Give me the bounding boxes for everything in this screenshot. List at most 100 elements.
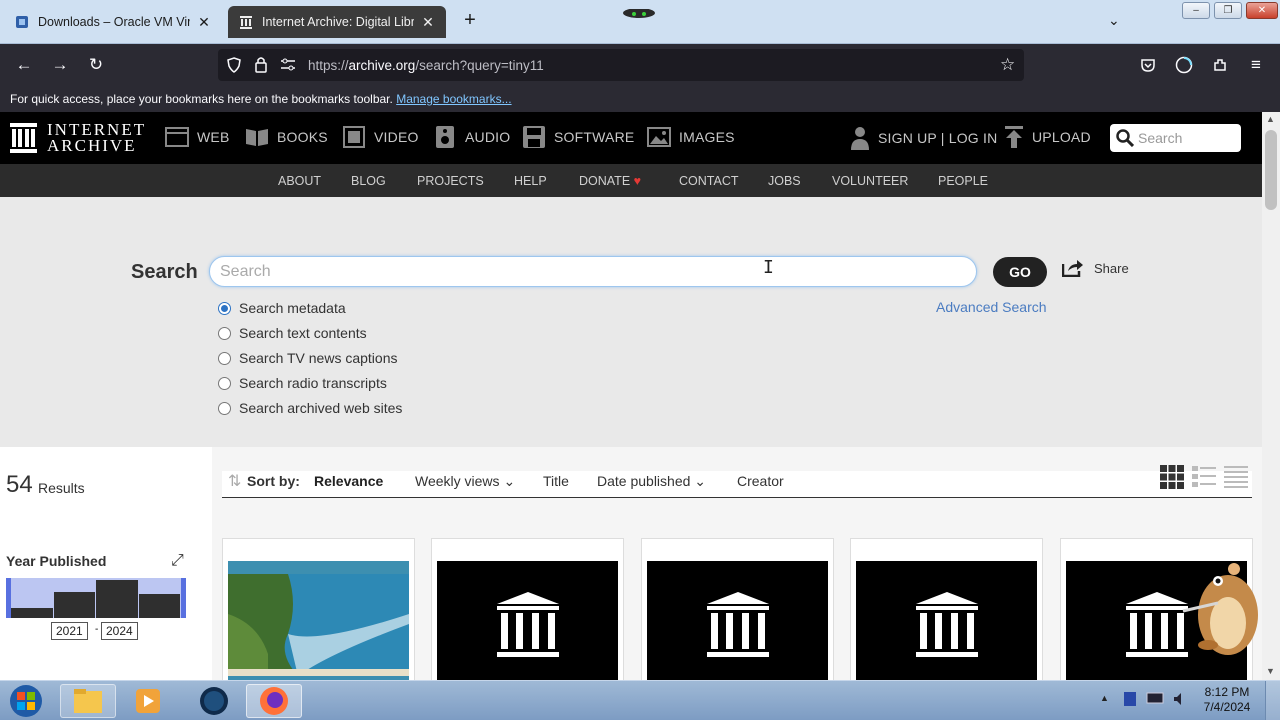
list-detail-view-icon[interactable]: [1192, 465, 1216, 494]
nav-people[interactable]: PEOPLE: [938, 174, 988, 188]
bookmark-star-icon[interactable]: ☆: [1000, 55, 1015, 75]
radio-checked-icon: [218, 301, 231, 315]
nav-volunteer[interactable]: VOLUNTEER: [832, 174, 908, 188]
result-card[interactable]: [641, 538, 834, 689]
nav-projects[interactable]: PROJECTS: [417, 174, 484, 188]
lock-icon[interactable]: [254, 56, 268, 79]
result-card[interactable]: [431, 538, 624, 689]
sort-weekly-views-label: Weekly views: [415, 473, 500, 489]
radio-search-text-contents[interactable]: Search text contents: [218, 325, 367, 341]
tracking-shield-icon[interactable]: [226, 57, 242, 78]
nav-blog[interactable]: BLOG: [351, 174, 386, 188]
sort-creator[interactable]: Creator: [737, 473, 784, 489]
address-bar[interactable]: https://archive.org/search?query=tiny11 …: [218, 49, 1024, 81]
bookmarks-toolbar: For quick access, place your bookmarks h…: [0, 86, 1280, 112]
year-histogram[interactable]: [6, 578, 186, 618]
account-label: SIGN UP | LOG IN: [878, 130, 998, 146]
result-card[interactable]: [222, 538, 415, 689]
tray-monitor-icon[interactable]: [1146, 692, 1164, 711]
archive-logo[interactable]: INTERNET ARCHIVE: [10, 121, 146, 154]
year-from-input[interactable]: 2021: [51, 622, 88, 640]
media-web[interactable]: WEB: [165, 126, 230, 148]
sort-date-published[interactable]: Date published ⌄: [597, 473, 706, 490]
upload-link[interactable]: UPLOAD: [1004, 126, 1091, 148]
scrollbar-thumb[interactable]: [1265, 130, 1277, 210]
url-text[interactable]: https://archive.org/search?query=tiny11: [308, 58, 544, 73]
back-arrow-icon[interactable]: ←: [13, 54, 35, 76]
archive-secondary-nav: ABOUT BLOG PROJECTS HELP DONATE ♥ CONTAC…: [0, 164, 1262, 197]
radio-search-archived-web[interactable]: Search archived web sites: [218, 400, 402, 416]
nav-help[interactable]: HELP: [514, 174, 547, 188]
taskbar-firefox[interactable]: [246, 684, 302, 718]
show-hidden-icons-arrow-icon[interactable]: ▲: [1100, 693, 1109, 703]
pocket-icon[interactable]: [1137, 54, 1159, 76]
radio-search-radio-transcripts[interactable]: Search radio transcripts: [218, 375, 387, 391]
minimize-window-button[interactable]: –: [1182, 2, 1210, 19]
nav-donate[interactable]: DONATE ♥: [579, 174, 641, 188]
manage-bookmarks-link[interactable]: Manage bookmarks...: [396, 92, 511, 106]
search-heading: Search: [131, 261, 198, 283]
nav-about[interactable]: ABOUT: [278, 174, 321, 188]
main-search-input[interactable]: Search: [209, 256, 977, 287]
list-all-tabs-chevron-icon[interactable]: ⌄: [1108, 12, 1120, 29]
nav-contact[interactable]: CONTACT: [679, 174, 739, 188]
list-compact-view-icon[interactable]: [1224, 465, 1248, 494]
media-software[interactable]: SOFTWARE: [522, 126, 634, 148]
extensions-icon[interactable]: [1209, 54, 1231, 76]
go-button[interactable]: GO: [993, 257, 1047, 287]
sort-title[interactable]: Title: [543, 473, 569, 489]
chevron-down-icon: ⌄: [503, 473, 516, 489]
sort-weekly-views[interactable]: Weekly views ⌄: [415, 473, 515, 490]
sort-relevance[interactable]: Relevance: [314, 473, 383, 489]
menu-hamburger-icon[interactable]: ≡: [1245, 54, 1267, 76]
year-range-separator: -: [95, 624, 99, 635]
permissions-icon[interactable]: [280, 58, 296, 77]
share-label: Share: [1094, 260, 1129, 276]
media-images[interactable]: IMAGES: [647, 126, 735, 148]
media-books[interactable]: BOOKS: [245, 126, 328, 148]
radio-search-tv-captions[interactable]: Search TV news captions: [218, 350, 398, 366]
radio-icon: [218, 376, 231, 390]
histogram-bar: [53, 592, 95, 618]
forward-arrow-icon[interactable]: →: [49, 54, 71, 76]
taskbar-media-player[interactable]: [120, 684, 176, 718]
tray-volume-icon[interactable]: [1172, 691, 1188, 712]
chevron-down-icon: ⌄: [694, 473, 707, 489]
start-button[interactable]: [2, 684, 50, 718]
scroll-up-icon[interactable]: ▲: [1266, 114, 1275, 124]
user-icon: [851, 127, 869, 150]
media-label: VIDEO: [374, 129, 419, 145]
tab-virtualbox-downloads[interactable]: Downloads – Oracle VM VirtualBox ✕: [4, 6, 222, 38]
close-tab-icon[interactable]: ✕: [420, 14, 436, 31]
nav-jobs[interactable]: JOBS: [768, 174, 801, 188]
year-to-input[interactable]: 2024: [101, 622, 138, 640]
page-scrollbar[interactable]: ▲ ▼: [1262, 112, 1280, 680]
tile-view-icon[interactable]: [1160, 465, 1184, 494]
radio-search-metadata[interactable]: Search metadata: [218, 300, 346, 316]
virtualbox-icon: [14, 14, 30, 30]
expand-icon[interactable]: ⤢: [171, 552, 184, 570]
media-audio[interactable]: AUDIO: [433, 126, 510, 148]
tray-app-icon[interactable]: [1122, 691, 1138, 712]
restore-window-button[interactable]: ❐: [1214, 2, 1242, 19]
show-desktop-button[interactable]: [1265, 681, 1280, 720]
archive-favicon-icon: [238, 14, 254, 30]
taskbar-explorer[interactable]: [60, 684, 116, 718]
header-search-input[interactable]: Search: [1110, 124, 1241, 152]
reload-icon[interactable]: ↻: [85, 54, 107, 76]
sort-arrows-icon[interactable]: ⇅: [228, 471, 241, 491]
sign-up-log-in[interactable]: SIGN UP | LOG IN: [850, 126, 997, 150]
scroll-down-icon[interactable]: ▼: [1266, 666, 1275, 676]
media-video[interactable]: VIDEO: [342, 126, 419, 148]
share-button[interactable]: Share: [1062, 259, 1129, 277]
result-card[interactable]: [850, 538, 1043, 689]
alien-logo-icon: [622, 6, 656, 18]
taskbar-clock[interactable]: 8:12 PM 7/4/2024: [1196, 685, 1258, 715]
taskbar-globe[interactable]: [186, 684, 242, 718]
account-icon[interactable]: [1173, 54, 1195, 76]
tab-internet-archive[interactable]: Internet Archive: Digital Library ✕: [228, 6, 446, 38]
close-tab-icon[interactable]: ✕: [196, 14, 212, 31]
close-window-button[interactable]: ✕: [1246, 2, 1278, 19]
new-tab-icon[interactable]: +: [458, 9, 482, 32]
advanced-search-link[interactable]: Advanced Search: [936, 299, 1047, 315]
